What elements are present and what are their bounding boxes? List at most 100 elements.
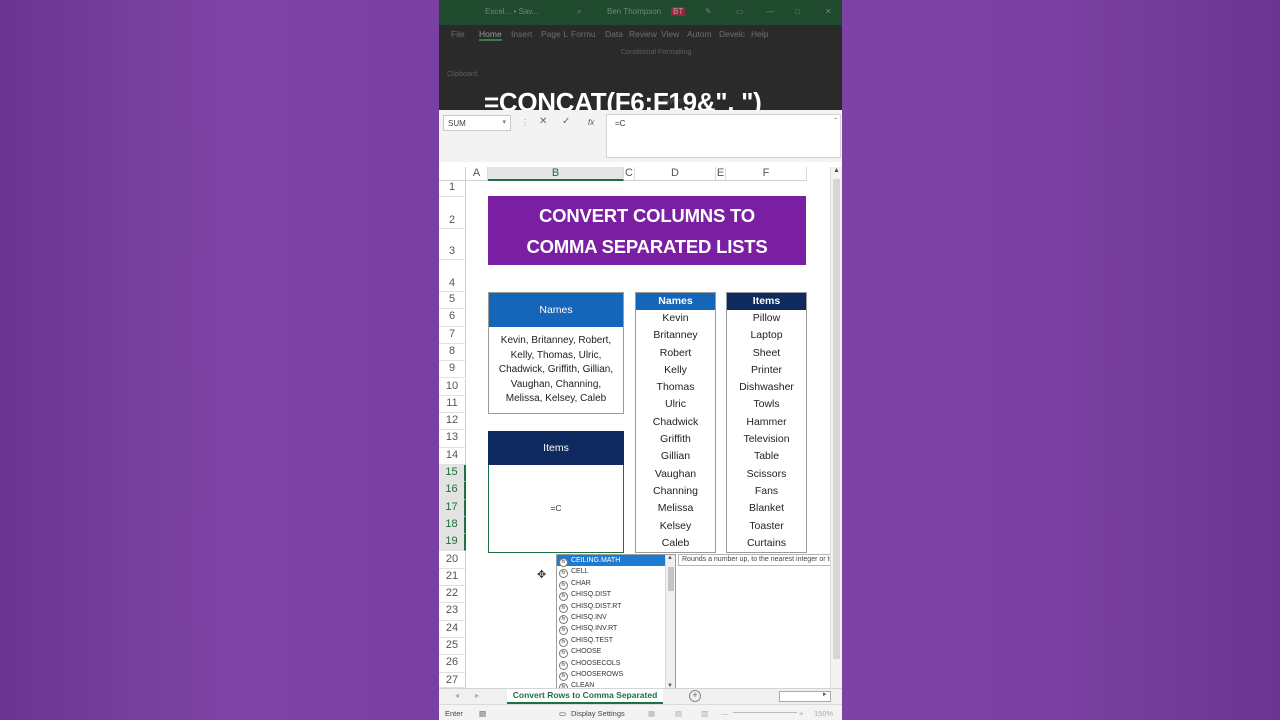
page-break-view-icon[interactable]: ▥	[701, 709, 708, 718]
insert-function-button[interactable]: fx	[588, 118, 594, 127]
row-header-25[interactable]: 25	[439, 638, 466, 656]
zoom-level[interactable]: 150%	[814, 709, 833, 718]
autocomplete-item[interactable]: fx CEILING.MATH	[557, 555, 675, 567]
function-autocomplete-list[interactable]: fx CEILING.MATH fx CELL fx CHAR fx CHISQ.DIS…	[556, 554, 676, 693]
names-result-box[interactable]: Names Kevin, Britanney, Robert, Kelly, T…	[488, 292, 624, 414]
tab-formulas[interactable]: Formu	[571, 29, 596, 39]
row-header-11[interactable]: 11	[439, 395, 466, 414]
row-header-1[interactable]: 1	[439, 180, 466, 197]
chevron-up-icon[interactable]: ▲	[667, 555, 673, 561]
tab-data[interactable]: Data	[605, 29, 623, 39]
row-header-7[interactable]: 7	[439, 326, 466, 344]
names-list-cell[interactable]: Channing	[636, 483, 715, 500]
chevron-down-icon[interactable]: ▾	[502, 118, 506, 126]
items-list-cell[interactable]: Television	[727, 431, 806, 448]
scroll-right-icon[interactable]: ▸	[823, 690, 827, 698]
cancel-entry-button[interactable]: ✕	[539, 116, 547, 127]
items-result-edit-cell[interactable]: =C	[488, 465, 624, 553]
tab-page-layout[interactable]: Page L	[541, 29, 568, 39]
row-header-12[interactable]: 12	[439, 413, 466, 431]
names-list-cell[interactable]: Kevin	[636, 310, 715, 327]
names-list-cell[interactable]: Griffith	[636, 431, 715, 448]
zoom-out-icon[interactable]: —	[721, 709, 729, 718]
items-list-cell[interactable]: Laptop	[727, 327, 806, 344]
column-header-a[interactable]: A	[466, 167, 488, 181]
names-list-cell[interactable]: Vaughan	[636, 466, 715, 483]
row-header-8[interactable]: 8	[439, 343, 466, 362]
chevron-up-icon[interactable]: ▲	[833, 167, 840, 174]
pen-icon[interactable]: ✎	[705, 7, 712, 16]
close-icon[interactable]: ✕	[825, 7, 832, 16]
names-list-cell[interactable]: Robert	[636, 345, 715, 362]
row-header-15[interactable]: 15	[439, 465, 466, 483]
row-header-5[interactable]: 5	[439, 292, 466, 310]
row-header-3[interactable]: 3	[439, 229, 466, 260]
prev-sheet-icon[interactable]: ◂	[455, 691, 459, 700]
collapse-formula-bar-button[interactable]: ˆ	[834, 117, 837, 126]
items-list-cell[interactable]: Pillow	[727, 310, 806, 327]
tab-automate[interactable]: Autom	[687, 29, 712, 39]
tab-home[interactable]: Home	[479, 29, 502, 41]
autocomplete-item[interactable]: fx CELL	[557, 566, 675, 579]
ribbon-display-icon[interactable]: ▭	[736, 7, 744, 16]
normal-view-icon[interactable]: ▦	[648, 709, 655, 718]
column-header-b[interactable]: B	[488, 167, 624, 181]
row-header-2[interactable]: 2	[439, 197, 466, 229]
autocomplete-item[interactable]: fx CHAR	[557, 578, 675, 590]
row-header-17[interactable]: 17	[439, 499, 466, 517]
names-list-cell[interactable]: Kelsey	[636, 518, 715, 535]
tab-view[interactable]: View	[661, 29, 679, 39]
names-list-cell[interactable]: Melissa	[636, 500, 715, 517]
items-list-cell[interactable]: Table	[727, 448, 806, 465]
autocomplete-item[interactable]: fx CHISQ.INV	[557, 612, 675, 624]
items-list-cell[interactable]: Hammer	[727, 414, 806, 431]
tab-help[interactable]: Help	[751, 29, 768, 39]
column-header-d[interactable]: D	[635, 167, 716, 181]
column-header-c[interactable]: C	[624, 167, 635, 181]
row-header-18[interactable]: 18	[439, 516, 466, 535]
zoom-in-icon[interactable]: +	[799, 709, 803, 718]
items-list-cell[interactable]: Sheet	[727, 345, 806, 362]
display-settings-icon[interactable]: ▭	[559, 709, 566, 718]
search-icon[interactable]: ⌕	[577, 7, 581, 17]
names-list-cell[interactable]: Kelly	[636, 362, 715, 379]
row-header-20[interactable]: 20	[439, 551, 466, 569]
row-header-22[interactable]: 22	[439, 586, 466, 604]
tab-file[interactable]: File	[451, 29, 465, 39]
tab-insert[interactable]: Insert	[511, 29, 532, 39]
row-header-14[interactable]: 14	[439, 447, 466, 465]
add-sheet-button[interactable]: +	[689, 690, 701, 702]
names-list-cell[interactable]: Gillian	[636, 448, 715, 465]
names-list-cell[interactable]: Caleb	[636, 535, 715, 552]
autocomplete-scroll-thumb[interactable]	[668, 567, 674, 591]
display-settings-button[interactable]: Display Settings	[571, 709, 625, 718]
names-list-cell[interactable]: Thomas	[636, 379, 715, 396]
autocomplete-scrollbar[interactable]: ▲ ▼	[665, 555, 675, 689]
maximize-icon[interactable]: □	[795, 7, 800, 16]
formula-input[interactable]: =C ˆ	[606, 114, 841, 158]
names-list-cell[interactable]: Chadwick	[636, 414, 715, 431]
row-header-13[interactable]: 13	[439, 430, 466, 448]
row-header-23[interactable]: 23	[439, 603, 466, 621]
autocomplete-item[interactable]: fx CHISQ.DIST	[557, 589, 675, 602]
row-header-26[interactable]: 26	[439, 655, 466, 673]
autocomplete-item[interactable]: fx CHISQ.INV.RT	[557, 623, 675, 636]
items-list-cell[interactable]: Toaster	[727, 518, 806, 535]
row-header-24[interactable]: 24	[439, 620, 466, 638]
worksheet-grid[interactable]: A B C D E F 1 2 3 4 5 6 7 8 9 10 11 12 1…	[439, 162, 842, 693]
items-list-cell[interactable]: Fans	[727, 483, 806, 500]
confirm-entry-button[interactable]: ✓	[562, 116, 570, 127]
sheet-tab-active[interactable]: Convert Rows to Comma Separated	[507, 689, 663, 704]
select-all-corner[interactable]	[439, 167, 466, 181]
names-list-cell[interactable]: Britanney	[636, 327, 715, 344]
next-sheet-icon[interactable]: ▸	[475, 691, 479, 700]
row-header-10[interactable]: 10	[439, 378, 466, 396]
column-header-f[interactable]: F	[726, 167, 807, 181]
items-list-cell[interactable]: Blanket	[727, 500, 806, 517]
conditional-formatting-button[interactable]: Conditional Formatting	[621, 49, 691, 56]
row-header-9[interactable]: 9	[439, 361, 466, 379]
autocomplete-item[interactable]: fx CHOOSECOLS	[557, 658, 675, 670]
autocomplete-item[interactable]: fx CHISQ.TEST	[557, 635, 675, 647]
user-avatar[interactable]: BT	[671, 7, 686, 16]
accessibility-icon[interactable]: ▤	[479, 709, 486, 718]
